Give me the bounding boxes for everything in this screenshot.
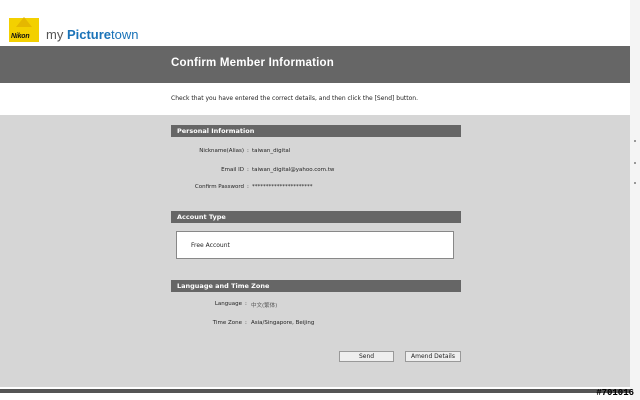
brand-my: my: [46, 27, 67, 42]
email-value: taiwan_digital@yahoo.com.tw: [252, 167, 335, 173]
logo-mark-icon: [16, 17, 32, 27]
email-label: Email ID: [221, 167, 244, 173]
language-timezone-heading: Language and Time Zone: [171, 280, 461, 292]
separator: :: [247, 148, 249, 154]
password-label: Confirm Password: [194, 184, 244, 190]
password-value: **********************: [252, 184, 313, 190]
account-type-heading-text: Account Type: [177, 213, 226, 221]
account-type-value: Free Account: [191, 242, 230, 249]
site-header: Nikon my Picturetown: [0, 0, 630, 46]
footer-divider: [0, 389, 630, 393]
brand-picture: Picture: [66, 27, 112, 42]
account-type-box: Free Account: [176, 231, 454, 259]
language-timezone-heading-text: Language and Time Zone: [177, 282, 270, 290]
send-button[interactable]: Send: [339, 351, 394, 362]
scroll-grip-icon: [634, 182, 636, 184]
brand-town: town: [111, 27, 139, 42]
vertical-scrollbar[interactable]: [630, 0, 640, 400]
instruction-text: Check that you have entered the correct …: [171, 95, 418, 102]
timezone-value: Asia/Singapore, Beijing: [251, 320, 315, 326]
timezone-label: Time Zone: [212, 320, 242, 326]
personal-info-heading: Personal Information: [171, 125, 461, 137]
page-title: Confirm Member Information: [171, 57, 335, 69]
language-value: 中文(繁体): [251, 303, 278, 309]
nickname-label: Nickname(Alias): [199, 148, 244, 154]
nikon-logo[interactable]: Nikon: [9, 17, 39, 42]
logo-text: Nikon: [11, 33, 30, 40]
my-picturetown-brand[interactable]: my Picturetown: [46, 27, 139, 42]
separator: :: [247, 184, 249, 190]
account-type-heading: Account Type: [171, 211, 461, 223]
personal-info-heading-text: Personal Information: [177, 127, 255, 135]
separator: :: [245, 320, 247, 326]
scroll-grip-icon: [634, 140, 636, 142]
nickname-value: taiwan_digital: [252, 148, 291, 154]
title-bar: Confirm Member Information: [0, 46, 630, 83]
amend-details-button[interactable]: Amend Details: [405, 351, 461, 362]
scroll-grip-icon: [634, 162, 636, 164]
watermark-id: #701016: [596, 388, 634, 398]
separator: :: [247, 167, 249, 173]
language-label: Language: [214, 301, 242, 307]
separator: :: [245, 301, 247, 307]
